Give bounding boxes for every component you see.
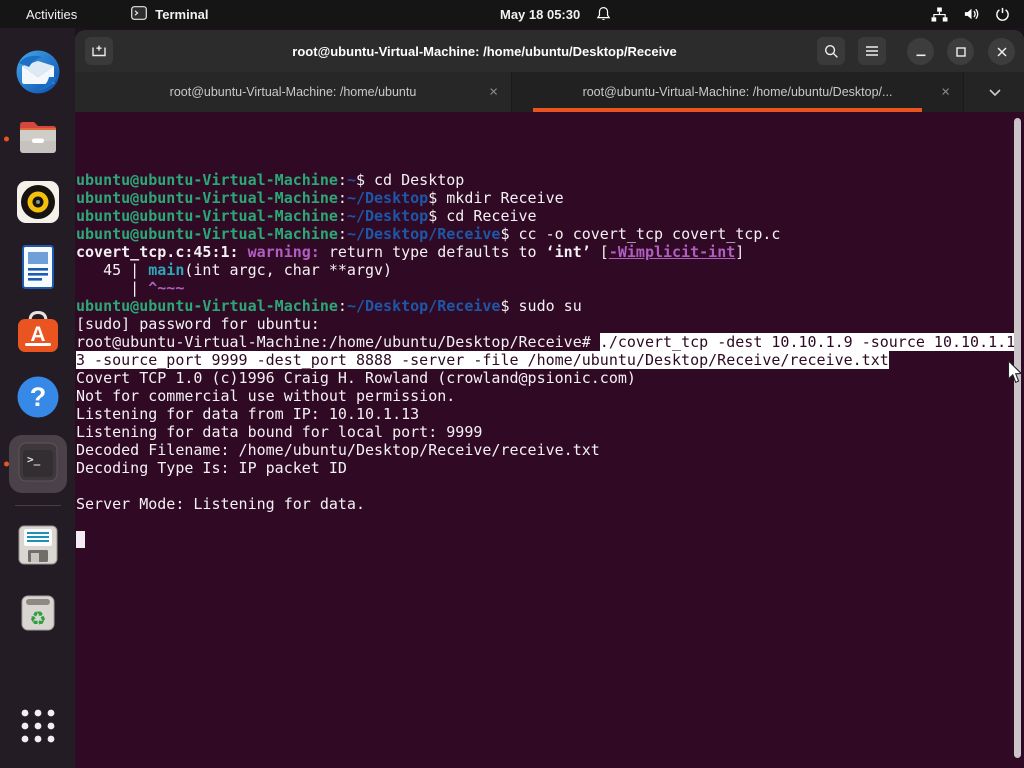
terminal-line: Covert TCP 1.0 (c)1996 Craig H. Rowland …: [76, 369, 1024, 387]
hamburger-menu-button[interactable]: [858, 37, 886, 65]
help-icon: ?: [14, 373, 62, 426]
running-indicator: [4, 137, 9, 142]
terminal-line: 45 | main(int argc, char **argv): [76, 261, 1024, 279]
top-bar: Activities Terminal May 18 05:30: [0, 0, 1024, 28]
terminal-line: 3 -source_port 9999 -dest_port 8888 -ser…: [76, 351, 1024, 369]
dock-item-rhythmbox[interactable]: [14, 180, 62, 228]
search-button[interactable]: [817, 37, 845, 65]
terminal-window: root@ubuntu-Virtual-Machine: /home/ubunt…: [75, 30, 1024, 768]
terminal-icon: >_: [14, 438, 62, 491]
clock-label: May 18 05:30: [500, 7, 580, 22]
tab-receive[interactable]: root@ubuntu-Virtual-Machine: /home/ubunt…: [512, 72, 964, 112]
terminal-line: Decoded Filename: /home/ubuntu/Desktop/R…: [76, 441, 1024, 459]
show-applications-icon: [18, 706, 58, 751]
dock-item-floppy-disk[interactable]: [14, 523, 62, 571]
dock-item-libreoffice-writer[interactable]: [14, 245, 62, 293]
terminal-line: ubuntu@ubuntu-Virtual-Machine:~/Desktop/…: [76, 225, 1024, 243]
minimize-button[interactable]: [907, 38, 934, 65]
tab-home-label: root@ubuntu-Virtual-Machine: /home/ubunt…: [170, 85, 417, 99]
terminal-line: [76, 531, 1024, 549]
notification-bell-icon: [596, 6, 611, 23]
tab-home-close-icon[interactable]: ×: [489, 85, 498, 100]
floppy-disk-icon: [16, 523, 60, 572]
dock: A? >_ ♻: [0, 28, 75, 768]
clock-menu[interactable]: May 18 05:30: [500, 0, 611, 28]
ubuntu-software-icon: A: [14, 308, 62, 361]
dock-item-trash[interactable]: ♻: [14, 588, 62, 636]
files-icon: [14, 115, 62, 164]
mouse-cursor: [1006, 360, 1023, 389]
rhythmbox-icon: [14, 178, 62, 231]
tab-home[interactable]: root@ubuntu-Virtual-Machine: /home/ubunt…: [75, 72, 512, 112]
dock-item-show-applications[interactable]: [14, 704, 62, 752]
svg-text:?: ?: [29, 382, 46, 412]
new-tab-button[interactable]: [85, 37, 113, 65]
terminal-app-icon: [131, 6, 147, 23]
tab-receive-label: root@ubuntu-Virtual-Machine: /home/ubunt…: [583, 85, 893, 99]
volume-icon: [963, 6, 980, 22]
dock-divider: [15, 505, 61, 506]
terminal-line: Decoding Type Is: IP packet ID: [76, 459, 1024, 477]
libreoffice-writer-icon: [16, 243, 60, 296]
terminal-line: ubuntu@ubuntu-Virtual-Machine:~/Desktop$…: [76, 189, 1024, 207]
terminal-line: [sudo] password for ubuntu:: [76, 315, 1024, 333]
close-button[interactable]: [988, 38, 1015, 65]
window-title: root@ubuntu-Virtual-Machine: /home/ubunt…: [195, 30, 774, 72]
terminal-line: ubuntu@ubuntu-Virtual-Machine:~/Desktop$…: [76, 207, 1024, 225]
title-bar[interactable]: root@ubuntu-Virtual-Machine: /home/ubunt…: [75, 30, 1024, 72]
maximize-button[interactable]: [947, 38, 974, 65]
terminal-line: covert_tcp.c:45:1: warning: return type …: [76, 243, 1024, 261]
terminal-line: Not for commercial use without permissio…: [76, 387, 1024, 405]
running-indicator: [4, 462, 9, 467]
dock-item-files[interactable]: [14, 115, 62, 163]
terminal-line: | ^~~~: [76, 279, 1024, 297]
thunderbird-icon: [14, 48, 62, 101]
terminal-line: root@ubuntu-Virtual-Machine:/home/ubuntu…: [76, 333, 1024, 351]
dock-item-help[interactable]: ?: [14, 375, 62, 423]
terminal-line: ubuntu@ubuntu-Virtual-Machine:~/Desktop/…: [76, 297, 1024, 315]
scrollbar[interactable]: [1014, 118, 1021, 758]
activities-button[interactable]: Activities: [20, 5, 83, 24]
system-tray-menu[interactable]: [931, 0, 1010, 28]
svg-text:♻: ♻: [29, 608, 46, 630]
dock-item-thunderbird[interactable]: [14, 50, 62, 98]
terminal-line: Listening for data from IP: 10.10.1.13: [76, 405, 1024, 423]
tab-receive-close-icon[interactable]: ×: [941, 85, 950, 100]
focused-app-name: Terminal: [155, 7, 208, 22]
trash-icon: ♻: [16, 587, 60, 638]
terminal-line: Server Mode: Listening for data.: [76, 495, 1024, 513]
terminal-output[interactable]: ubuntu@ubuntu-Virtual-Machine:~$ cd Desk…: [75, 112, 1024, 768]
terminal-line: [76, 477, 1024, 495]
dock-item-ubuntu-software[interactable]: A: [14, 310, 62, 358]
svg-text:A: A: [30, 323, 45, 346]
terminal-line: ubuntu@ubuntu-Virtual-Machine:~$ cd Desk…: [76, 171, 1024, 189]
focused-app-menu[interactable]: Terminal: [131, 6, 208, 23]
terminal-line: [76, 513, 1024, 531]
tab-list-chevron-down-icon[interactable]: [966, 72, 1024, 112]
svg-text:>_: >_: [27, 453, 41, 466]
network-icon: [931, 7, 948, 22]
tab-bar: root@ubuntu-Virtual-Machine: /home/ubunt…: [75, 72, 1024, 112]
power-icon: [995, 6, 1010, 22]
terminal-line: Listening for data bound for local port:…: [76, 423, 1024, 441]
dock-item-terminal[interactable]: >_: [14, 440, 62, 488]
